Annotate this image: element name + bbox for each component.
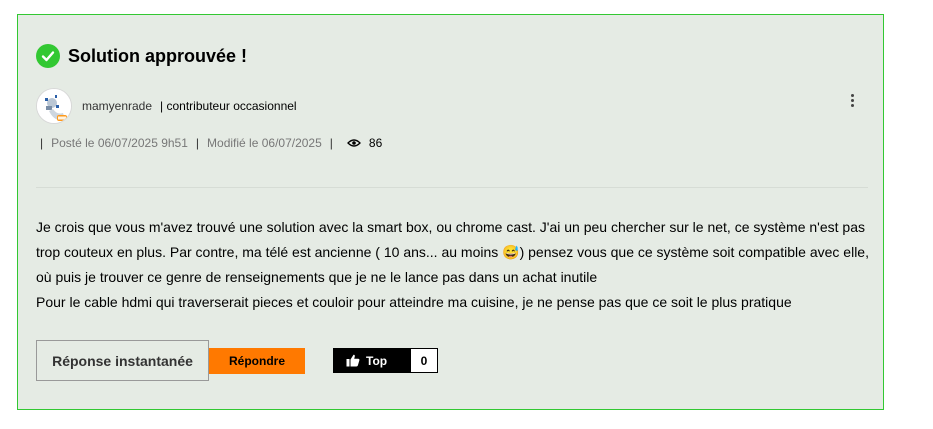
avatar[interactable] <box>36 88 72 124</box>
post-meta: | Posté le 06/07/2025 9h51 | Modifié le … <box>40 136 383 150</box>
author-rank: contributeur occasionnel <box>166 99 297 113</box>
divider <box>36 187 868 188</box>
thumbs-up-icon <box>346 354 360 367</box>
reply-button[interactable]: Répondre <box>209 348 305 374</box>
posted-date: Posté le 06/07/2025 9h51 <box>51 136 188 150</box>
view-count: 86 <box>368 136 383 150</box>
solution-post-card: Solution approuvée ! mamyenrade | contri… <box>17 14 884 410</box>
eye-icon <box>346 138 361 148</box>
kudos-widget: Top 0 <box>333 348 438 373</box>
more-options-icon[interactable] <box>849 94 855 107</box>
author-row: mamyenrade | contributeur occasionnel <box>36 88 297 124</box>
post-body: Je crois que vous m'avez trouvé une solu… <box>36 215 876 315</box>
modified-date: Modifié le 06/07/2025 <box>207 136 322 150</box>
kudo-label: Top <box>366 353 388 368</box>
instant-reply-button[interactable]: Réponse instantanée <box>36 340 209 381</box>
body-paragraph: Je crois que vous m'avez trouvé une solu… <box>36 219 869 285</box>
solution-title: Solution approuvée ! <box>68 45 248 66</box>
solution-header: Solution approuvée ! <box>36 44 247 68</box>
checkmark-icon <box>36 44 60 68</box>
body-paragraph: Pour le cable hdmi qui traverserait piec… <box>36 294 792 310</box>
kudo-button[interactable]: Top <box>334 349 411 372</box>
author-name[interactable]: mamyenrade <box>82 99 152 113</box>
kudo-count: 0 <box>411 349 437 372</box>
rank-separator: | <box>160 99 164 113</box>
